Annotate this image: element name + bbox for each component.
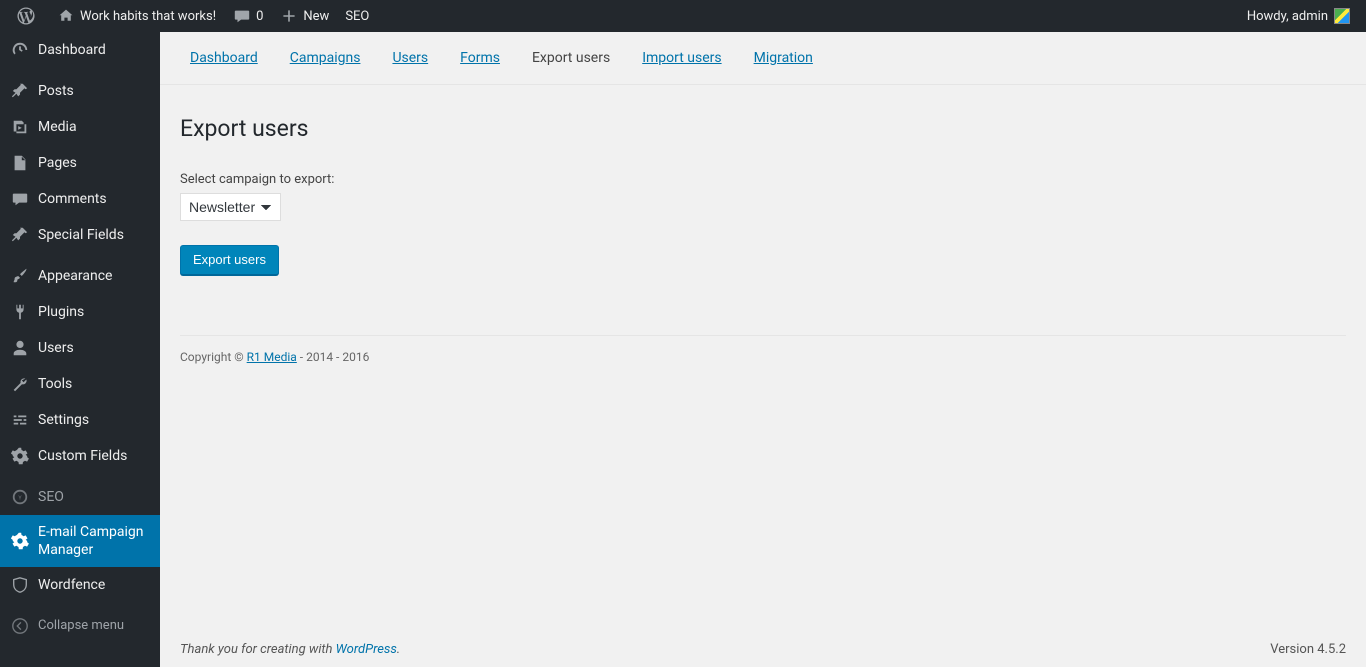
howdy-text: Howdy, admin	[1247, 9, 1328, 24]
new-content-link[interactable]: New	[271, 0, 337, 32]
admin-bar: Work habits that works! 0 New SEO Howdy,…	[0, 0, 1366, 32]
copyright-prefix: Copyright ©	[180, 350, 247, 364]
collapse-menu-button[interactable]: Collapse menu	[0, 608, 160, 644]
footer-thank-you-prefix: Thank you for creating with	[180, 642, 336, 657]
home-icon	[56, 6, 76, 26]
sidebar-item-seo[interactable]: Y SEO	[0, 479, 160, 515]
gear-icon	[10, 531, 30, 551]
sidebar-item-email-campaign-manager[interactable]: E-mail Campaign Manager	[0, 515, 160, 567]
sidebar-item-label: Appearance	[38, 267, 152, 285]
svg-text:Y: Y	[18, 496, 22, 502]
user-icon	[10, 338, 30, 358]
sidebar-item-custom-fields[interactable]: Custom Fields	[0, 438, 160, 474]
collapse-menu-label: Collapse menu	[38, 617, 152, 635]
wp-footer: Thank you for creating with WordPress. V…	[180, 642, 1346, 657]
export-users-button[interactable]: Export users	[180, 245, 279, 275]
sidebar-item-label: Custom Fields	[38, 447, 152, 465]
pin-icon	[10, 81, 30, 101]
sidebar-item-plugins[interactable]: Plugins	[0, 294, 160, 330]
plus-icon	[279, 6, 299, 26]
seo-link[interactable]: SEO	[337, 0, 377, 32]
tab-dashboard[interactable]: Dashboard	[190, 50, 258, 66]
brush-icon	[10, 266, 30, 286]
my-account-link[interactable]: Howdy, admin	[1239, 0, 1358, 32]
avatar	[1334, 8, 1350, 24]
main-content: Dashboard Campaigns Users Forms Export u…	[160, 32, 1366, 667]
sidebar-item-posts[interactable]: Posts	[0, 73, 160, 109]
wp-logo[interactable]	[8, 0, 48, 32]
sidebar-item-label: Settings	[38, 411, 152, 429]
pin-icon	[10, 225, 30, 245]
sidebar-item-label: Users	[38, 339, 152, 357]
wordpress-icon	[16, 6, 36, 26]
footer-suffix: .	[397, 642, 400, 657]
page-icon	[10, 153, 30, 173]
sidebar-item-users[interactable]: Users	[0, 330, 160, 366]
sidebar-item-label: E-mail Campaign Manager	[38, 523, 152, 559]
sidebar-item-label: SEO	[38, 488, 152, 506]
wordpress-link[interactable]: WordPress	[336, 642, 397, 657]
seo-icon: Y	[10, 487, 30, 507]
media-icon	[10, 117, 30, 137]
comment-icon	[10, 189, 30, 209]
sidebar-item-label: Comments	[38, 190, 152, 208]
r1-media-link[interactable]: R1 Media	[247, 350, 297, 364]
admin-sidebar: Dashboard Posts Media Pages Comments Spe…	[0, 32, 160, 667]
shield-icon	[10, 575, 30, 595]
sidebar-item-comments[interactable]: Comments	[0, 181, 160, 217]
sidebar-item-label: Special Fields	[38, 226, 152, 244]
copyright-suffix: - 2014 - 2016	[297, 350, 370, 364]
sidebar-item-pages[interactable]: Pages	[0, 145, 160, 181]
sidebar-item-label: Dashboard	[38, 41, 152, 59]
gear-icon	[10, 446, 30, 466]
seo-label: SEO	[345, 9, 369, 24]
dashboard-icon	[10, 40, 30, 60]
tab-forms[interactable]: Forms	[460, 50, 500, 66]
sidebar-item-label: Pages	[38, 154, 152, 172]
sidebar-item-special-fields[interactable]: Special Fields	[0, 217, 160, 253]
sidebar-item-label: Wordfence	[38, 576, 152, 594]
collapse-icon	[10, 616, 30, 636]
wrench-icon	[10, 374, 30, 394]
tab-campaigns[interactable]: Campaigns	[290, 50, 361, 66]
page-title: Export users	[180, 95, 1346, 172]
sidebar-item-wordfence[interactable]: Wordfence	[0, 567, 160, 603]
comments-link[interactable]: 0	[224, 0, 271, 32]
tab-export-users[interactable]: Export users	[532, 50, 610, 66]
plug-icon	[10, 302, 30, 322]
campaign-select[interactable]: Newsletter	[180, 193, 281, 221]
comments-count: 0	[256, 9, 263, 24]
site-name-link[interactable]: Work habits that works!	[48, 0, 224, 32]
sidebar-item-appearance[interactable]: Appearance	[0, 258, 160, 294]
sidebar-item-media[interactable]: Media	[0, 109, 160, 145]
sidebar-item-label: Plugins	[38, 303, 152, 321]
plugin-tabs: Dashboard Campaigns Users Forms Export u…	[160, 32, 1366, 85]
site-title: Work habits that works!	[80, 9, 216, 24]
comment-icon	[232, 6, 252, 26]
sidebar-item-dashboard[interactable]: Dashboard	[0, 32, 160, 68]
tab-migration[interactable]: Migration	[754, 50, 813, 66]
sidebar-item-label: Posts	[38, 82, 152, 100]
sliders-icon	[10, 410, 30, 430]
tab-import-users[interactable]: Import users	[642, 50, 721, 66]
sidebar-item-settings[interactable]: Settings	[0, 402, 160, 438]
tab-users[interactable]: Users	[392, 50, 428, 66]
campaign-select-label: Select campaign to export:	[180, 172, 1346, 187]
sidebar-item-label: Media	[38, 118, 152, 136]
sidebar-item-tools[interactable]: Tools	[0, 366, 160, 402]
wp-version: Version 4.5.2	[1270, 642, 1346, 657]
sidebar-item-label: Tools	[38, 375, 152, 393]
plugin-footer: Copyright © R1 Media - 2014 - 2016	[180, 335, 1346, 378]
new-label: New	[303, 9, 329, 24]
